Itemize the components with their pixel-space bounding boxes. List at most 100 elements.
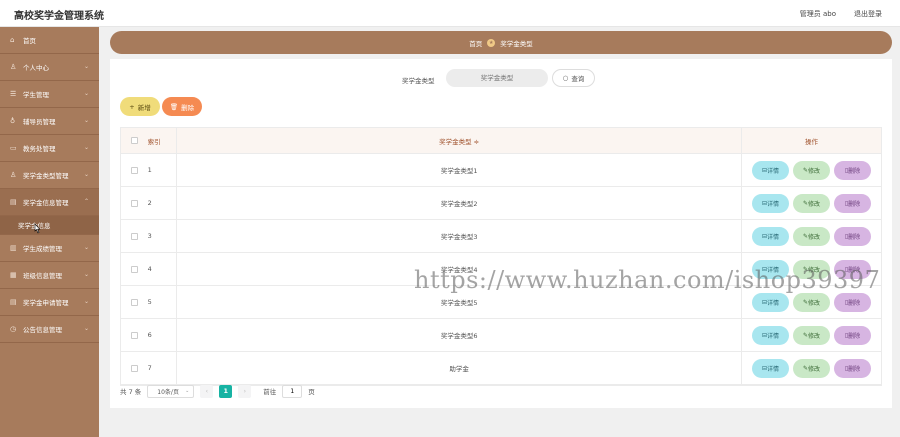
sidebar-item-counselors[interactable]: ♁ 辅导员管理 ⌄: [0, 108, 99, 135]
sidebar-item-label: 学生管理: [23, 91, 49, 99]
chevron-down-icon: ⌄: [83, 144, 89, 151]
edit-button[interactable]: ✎ 修改: [793, 193, 831, 213]
edit-label: 修改: [808, 200, 821, 208]
delete-button-label: 删除: [181, 103, 195, 112]
edit-label: 修改: [808, 233, 821, 241]
row-index: 7: [147, 364, 152, 372]
search-input[interactable]: [446, 69, 548, 87]
user-icon: ♙: [10, 63, 17, 71]
top-bar: 高校奖学金管理系统 管理员 abo 退出登录: [0, 0, 900, 27]
total-count: 共 7 条: [120, 388, 142, 396]
sidebar-item-academic-office[interactable]: ▭ 教务处管理 ⌄: [0, 135, 99, 162]
chevron-down-icon: ⌄: [83, 244, 89, 251]
sidebar-item-announcements[interactable]: ◷ 公告信息管理 ⌄: [0, 316, 99, 343]
delete-button[interactable]: ▯ 删除: [834, 160, 872, 180]
row-checkbox[interactable]: [130, 166, 138, 174]
row-type: 奖学金类型5: [440, 299, 478, 307]
delete-label: 删除: [848, 233, 861, 241]
edit-button[interactable]: ✎ 修改: [793, 160, 831, 180]
delete-button[interactable]: ▯ 删除: [834, 325, 872, 345]
row-index: 2: [147, 199, 152, 207]
edit-label: 修改: [808, 167, 821, 175]
sidebar-item-applications[interactable]: ▤ 奖学金申请管理 ⌄: [0, 289, 99, 316]
app-title: 高校奖学金管理系统: [14, 11, 104, 22]
goto-label: 前往: [263, 388, 277, 396]
delete-button[interactable]: ▯ 删除: [834, 358, 872, 378]
edit-button[interactable]: ✎ 修改: [793, 358, 831, 378]
pin-icon: ♁: [10, 117, 16, 125]
folder-icon: ▭: [10, 144, 17, 152]
chart-icon: ▥: [10, 244, 17, 252]
sidebar-item-students[interactable]: ☰ 学生管理 ⌄: [0, 81, 99, 108]
doc-icon: ▤: [10, 298, 17, 306]
sidebar-item-grades[interactable]: ▥ 学生成绩管理 ⌄: [0, 235, 99, 262]
sidebar-item-profile[interactable]: ♙ 个人中心 ⌄: [0, 54, 99, 81]
detail-button[interactable]: ⊟ 详情: [752, 160, 790, 180]
row-checkbox[interactable]: [130, 199, 138, 207]
select-all-checkbox[interactable]: [130, 137, 138, 144]
row-type: 奖学金类型1: [440, 167, 478, 175]
row-checkbox[interactable]: [130, 331, 138, 339]
sidebar-item-label: 学生成绩管理: [23, 245, 62, 253]
chevron-up-icon: ⌃: [83, 198, 89, 205]
page-number-current[interactable]: 1: [219, 384, 233, 398]
sidebar-item-classes[interactable]: ▦ 班级信息管理 ⌄: [0, 262, 99, 289]
row-checkbox[interactable]: [130, 364, 138, 372]
delete-label: 删除: [848, 299, 861, 307]
page-size-select[interactable]: 10条/页 ⌄: [147, 384, 195, 398]
detail-button[interactable]: ⊟ 详情: [752, 358, 790, 378]
delete-button[interactable]: ▯ 删除: [834, 226, 872, 246]
edit-label: 修改: [808, 365, 821, 373]
detail-button[interactable]: ⊟ 详情: [752, 325, 790, 345]
row-type: 奖学金类型2: [440, 200, 478, 208]
page-suffix: 页: [308, 388, 315, 396]
header-type[interactable]: 奖学金类型 ≑: [177, 136, 741, 146]
sidebar-item-scholarship-types[interactable]: ♙ 奖学金类型管理 ⌄: [0, 162, 99, 189]
sidebar-item-label: 班级信息管理: [23, 272, 62, 280]
delete-button[interactable]: ▯ 删除: [834, 292, 872, 312]
detail-button[interactable]: ⊟ 详情: [752, 193, 790, 213]
goto-page-input[interactable]: [282, 384, 303, 398]
detail-button[interactable]: ⊟ 详情: [752, 292, 790, 312]
sidebar-item-scholarship-info[interactable]: ▤ 奖学金信息管理 ⌃: [0, 189, 99, 216]
delete-label: 删除: [848, 332, 861, 340]
edit-button[interactable]: ✎ 修改: [793, 325, 831, 345]
next-page-button[interactable]: ›: [238, 384, 252, 398]
delete-button[interactable]: ▯ 删除: [834, 193, 872, 213]
breadcrumb-home[interactable]: 首页: [469, 38, 482, 48]
row-checkbox[interactable]: [130, 265, 138, 273]
star-icon: ★: [487, 38, 496, 47]
chevron-down-icon: ⌄: [83, 271, 89, 278]
search-label: 奖学金类型: [402, 77, 435, 85]
row-checkbox[interactable]: [130, 298, 138, 306]
main-panel: 奖学金类型 ○查询 +新增 🗑删除 索引 奖学金类型 ≑ 操作 1 奖学金类型1…: [110, 59, 892, 408]
search-icon: ○: [562, 74, 569, 82]
row-index: 6: [147, 331, 152, 339]
edit-button[interactable]: ✎ 修改: [793, 292, 831, 312]
delete-label: 删除: [848, 365, 861, 373]
table-row: 6 奖学金类型6 ⊟ 详情 ✎ 修改 ▯ 删除: [121, 319, 881, 352]
prev-page-button[interactable]: ‹: [200, 384, 214, 398]
add-button[interactable]: + 新增: [120, 97, 160, 116]
sidebar-item-label: 个人中心: [23, 64, 49, 72]
sidebar-subitem-scholarship-info[interactable]: 奖学金信息: [0, 216, 99, 235]
user-label[interactable]: 管理员 abo: [800, 9, 836, 19]
search-button[interactable]: ○ 查询: [552, 69, 595, 87]
detail-button[interactable]: ⊟ 详情: [752, 226, 790, 246]
chevron-down-icon: ⌄: [83, 325, 89, 332]
sidebar: ⌂ 首页 ♙ 个人中心 ⌄ ☰ 学生管理 ⌄ ♁ 辅导员管理 ⌄ ▭ 教务处管理 ⌄ ♙ 奖学金类型…: [0, 27, 99, 437]
batch-delete-button[interactable]: 🗑 删除: [162, 97, 202, 116]
home-icon: ⌂: [10, 36, 15, 44]
edit-label: 修改: [808, 332, 821, 340]
breadcrumb: 首页 ★ 奖学金类型: [110, 31, 892, 54]
sidebar-item-label: 奖学金类型管理: [23, 172, 69, 180]
logout-link[interactable]: 退出登录: [854, 9, 882, 19]
edit-button[interactable]: ✎ 修改: [793, 226, 831, 246]
row-checkbox[interactable]: [130, 232, 138, 240]
table-row: 3 奖学金类型3 ⊟ 详情 ✎ 修改 ▯ 删除: [121, 220, 881, 253]
sidebar-item-home[interactable]: ⌂ 首页: [0, 27, 99, 54]
add-button-label: 新增: [137, 103, 151, 112]
row-index: 1: [147, 166, 152, 174]
edit-label: 修改: [808, 299, 821, 307]
group-icon: ▦: [10, 271, 17, 279]
